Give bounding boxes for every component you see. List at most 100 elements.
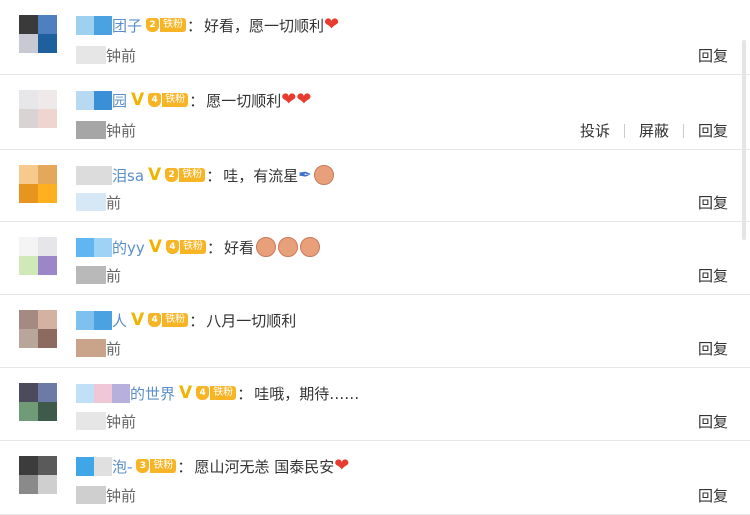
username-link[interactable]: 泪sa <box>112 165 144 186</box>
fan-badge-label: 铁粉 <box>210 386 237 400</box>
fan-level: 3 <box>136 459 150 473</box>
username-link[interactable]: 泡- <box>112 456 132 477</box>
comment-content: 泪sa V 2 铁粉：哇，有流星 ✒ <box>76 162 334 188</box>
fan-badge-label: 铁粉 <box>179 168 206 182</box>
facepalm-emoji-icon <box>299 237 320 257</box>
comment-actions: 回复 <box>698 338 728 359</box>
username-mosaic <box>76 90 94 110</box>
facepalm-emoji-icon <box>313 165 334 185</box>
username-mosaic <box>76 15 94 35</box>
reply-button[interactable]: 回复 <box>698 338 728 359</box>
heart-emoji-icon: ❤ <box>324 14 340 35</box>
avatar[interactable] <box>19 310 57 348</box>
report-button[interactable]: 投诉 <box>580 120 610 141</box>
scrollbar[interactable] <box>742 40 746 240</box>
fan-badge-icon[interactable]: 4 铁粉 <box>148 311 189 329</box>
avatar[interactable] <box>19 90 57 128</box>
username-link[interactable]: 园 <box>112 90 127 111</box>
time-mosaic <box>76 486 106 504</box>
fan-badge-label: 铁粉 <box>162 313 189 327</box>
pen-emoji-icon: ✒ <box>298 165 312 184</box>
comment-time: 钟前 <box>106 412 137 431</box>
comment-content: 泡- 3 铁粉：愿山河无恙 国泰民安 ❤ <box>76 453 349 479</box>
fan-badge-icon[interactable]: 4 铁粉 <box>196 384 237 402</box>
verified-v-icon: V <box>148 165 162 185</box>
comment-meta: 钟前 <box>76 411 136 431</box>
username-mosaic <box>94 165 112 185</box>
avatar[interactable] <box>19 237 57 275</box>
avatar[interactable] <box>19 383 57 421</box>
username-mosaic <box>94 456 112 476</box>
facepalm-emoji-icon <box>255 237 276 257</box>
comment-time: 前 <box>106 266 122 285</box>
username-link[interactable]: 人 <box>112 310 127 331</box>
username-mosaic <box>76 237 94 257</box>
fan-level: 4 <box>148 313 162 327</box>
comment-meta: 钟前 <box>76 485 136 505</box>
reply-button[interactable]: 回复 <box>698 120 728 141</box>
comment-item: 泪sa V 2 铁粉：哇，有流星 ✒ 前 回复 <box>0 150 750 222</box>
heart-emoji-icon: ❤ <box>281 89 297 110</box>
comment-text: 哇哦，期待…… <box>254 384 360 403</box>
separator: ： <box>177 457 193 476</box>
fan-level: 4 <box>196 386 210 400</box>
verified-v-icon: V <box>131 90 145 110</box>
time-mosaic <box>76 46 106 64</box>
reply-button[interactable]: 回复 <box>698 265 728 286</box>
comment-actions: 回复 <box>698 45 728 66</box>
reply-button[interactable]: 回复 <box>698 485 728 506</box>
comment-time: 钟前 <box>106 486 137 505</box>
comment-content: 园 V 4 铁粉：愿一切顺利 ❤ ❤ <box>76 87 311 113</box>
fan-badge-label: 铁粉 <box>162 93 189 107</box>
avatar[interactable] <box>19 165 57 203</box>
comment-text: 好看 <box>223 238 254 257</box>
verified-v-icon: V <box>131 310 145 330</box>
username-link[interactable]: 的yy <box>112 237 145 258</box>
reply-button[interactable]: 回复 <box>698 192 728 213</box>
time-mosaic <box>76 412 106 430</box>
fan-badge-label: 铁粉 <box>150 459 177 473</box>
comment-content: 的世界 V 4 铁粉：哇哦，期待…… <box>76 380 359 406</box>
fan-badge-icon[interactable]: 3 铁粉 <box>136 457 177 475</box>
action-divider <box>682 123 684 138</box>
username-mosaic <box>94 237 112 257</box>
reply-button[interactable]: 回复 <box>698 411 728 432</box>
block-button[interactable]: 屏蔽 <box>639 120 669 141</box>
username-link[interactable]: 的世界 <box>130 383 175 404</box>
comment-content: 人 V 4 铁粉：八月一切顺利 <box>76 307 296 333</box>
facepalm-emoji-icon <box>277 237 298 257</box>
fan-badge-icon[interactable]: 2 铁粉 <box>146 16 187 34</box>
comment-actions: 回复 <box>698 485 728 506</box>
comment-list: 团子 2 铁粉：好看，愿一切顺利 ❤ 钟前 回复园 V 4 铁粉：愿一切顺利 ❤ ❤ 钟前 投诉 屏蔽 回复… <box>0 0 750 515</box>
separator: ： <box>189 91 205 110</box>
comment-time: 钟前 <box>106 121 137 140</box>
comment-text: 八月一切顺利 <box>206 311 297 330</box>
avatar[interactable] <box>19 15 57 53</box>
comment-time: 前 <box>106 193 122 212</box>
fan-badge-icon[interactable]: 4 铁粉 <box>165 238 206 256</box>
username-link[interactable]: 团子 <box>112 15 142 36</box>
comment-item: 园 V 4 铁粉：愿一切顺利 ❤ ❤ 钟前 投诉 屏蔽 回复 <box>0 75 750 150</box>
avatar[interactable] <box>19 456 57 494</box>
time-mosaic <box>76 121 106 139</box>
comment-item: 的yy V 4 铁粉：好看前 回复 <box>0 222 750 295</box>
fan-level: 2 <box>146 18 160 32</box>
username-mosaic <box>94 90 112 110</box>
fan-level: 2 <box>165 168 179 182</box>
username-mosaic <box>112 383 130 403</box>
comment-meta: 钟前 <box>76 45 136 65</box>
heart-emoji-icon: ❤ <box>296 89 312 110</box>
username-mosaic <box>94 310 112 330</box>
fan-badge-icon[interactable]: 4 铁粉 <box>148 91 189 109</box>
comment-content: 的yy V 4 铁粉：好看 <box>76 234 320 260</box>
username-mosaic <box>76 456 94 476</box>
comment-actions: 回复 <box>698 265 728 286</box>
separator: ： <box>206 166 222 185</box>
time-mosaic <box>76 193 106 211</box>
reply-button[interactable]: 回复 <box>698 45 728 66</box>
fan-level: 4 <box>165 240 179 254</box>
comment-content: 团子 2 铁粉：好看，愿一切顺利 ❤ <box>76 12 339 38</box>
fan-badge-icon[interactable]: 2 铁粉 <box>165 166 206 184</box>
comment-text: 愿一切顺利 <box>206 91 282 110</box>
separator: ： <box>206 238 222 257</box>
